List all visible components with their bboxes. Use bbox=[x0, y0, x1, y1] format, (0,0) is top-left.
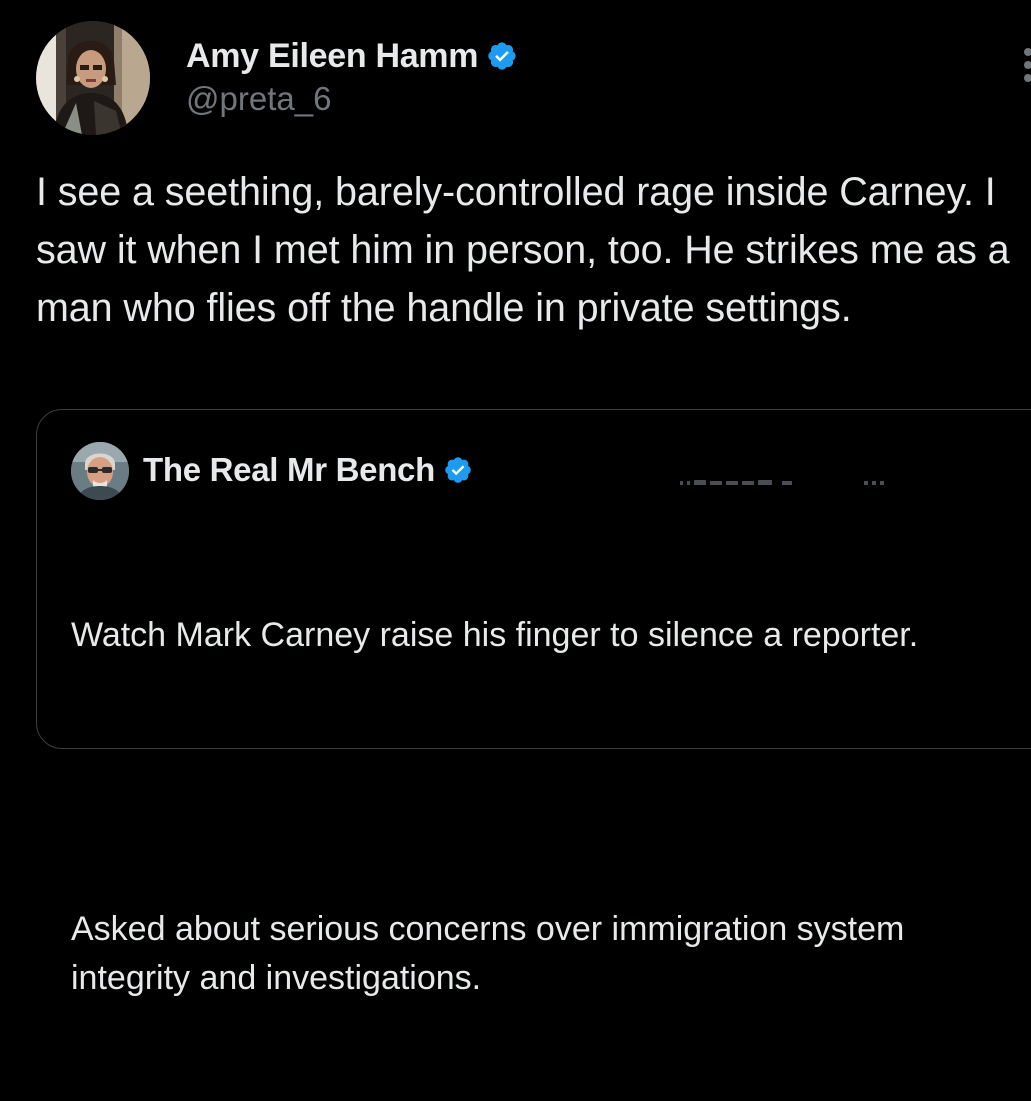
author-name[interactable]: Amy Eileen Hamm bbox=[186, 37, 478, 76]
more-vertical-icon bbox=[1024, 48, 1031, 82]
author-avatar[interactable] bbox=[36, 21, 150, 135]
quoted-tweet-text: Watch Mark Carney raise his finger to si… bbox=[71, 513, 1031, 1101]
author-handle[interactable]: @preta_6 bbox=[186, 80, 331, 118]
quoted-author-avatar[interactable] bbox=[71, 442, 129, 500]
tweet-text: I see a seething, barely-controlled rage… bbox=[36, 170, 1021, 330]
tweet: Amy Eileen Hamm @preta_6 I see a seethin… bbox=[0, 0, 1031, 997]
author-name-row[interactable]: Amy Eileen Hamm bbox=[186, 34, 518, 78]
quoted-author-name[interactable]: The Real Mr Bench bbox=[143, 451, 435, 489]
quoted-author-avatar-image bbox=[71, 442, 129, 500]
quoted-verified-badge-icon bbox=[445, 457, 471, 483]
quoted-handle-obscured bbox=[680, 480, 884, 485]
author-avatar-image bbox=[36, 21, 150, 135]
quoted-tweet-paragraph: Asked about serious concerns over immigr… bbox=[71, 910, 914, 997]
verified-badge-icon bbox=[488, 42, 516, 70]
more-options-button[interactable] bbox=[1008, 40, 1031, 90]
quoted-author-name-row[interactable]: The Real Mr Bench bbox=[143, 449, 473, 491]
quoted-tweet-paragraph: Watch Mark Carney raise his finger to si… bbox=[71, 616, 919, 654]
